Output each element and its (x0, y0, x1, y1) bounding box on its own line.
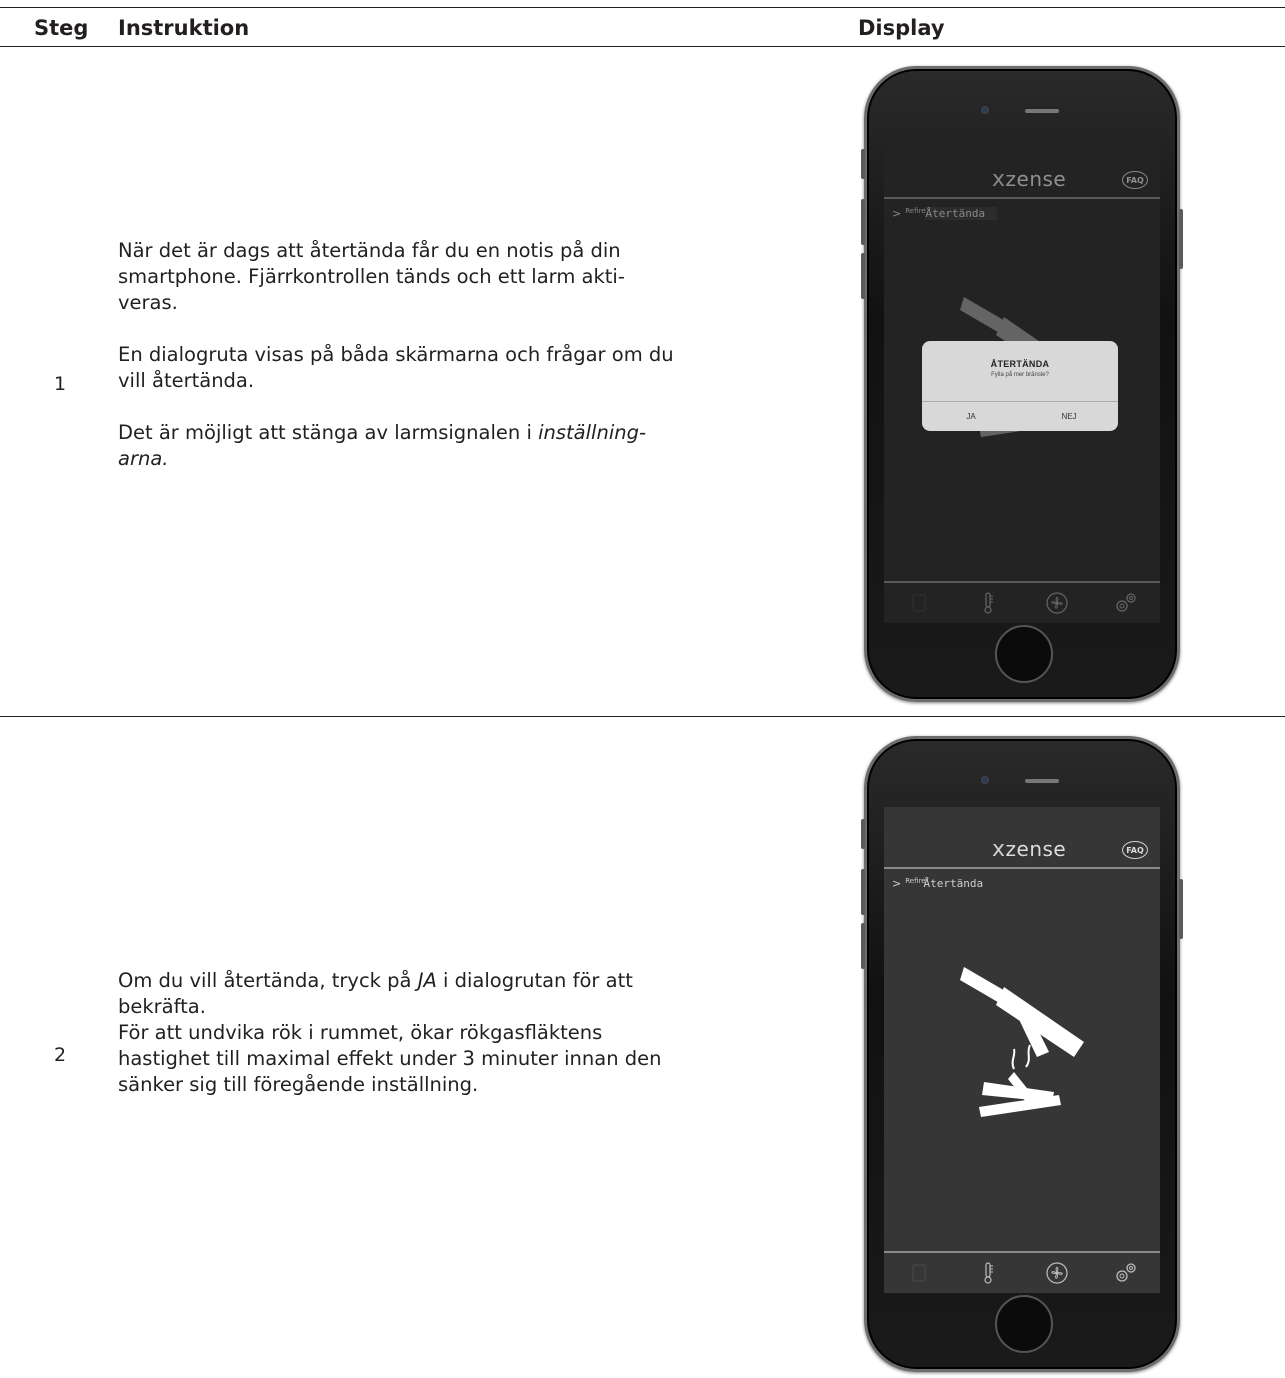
app-screen: xzense FAQ > Refire Återtända (884, 807, 1160, 1293)
status-bar (884, 811, 1160, 825)
tab-home[interactable] (907, 1261, 931, 1285)
phone-volume-up (861, 869, 865, 915)
phone-mockup-1: xzense FAQ > Refire Återtända ÅTERTÄNDA … (861, 66, 1183, 702)
phone-power-button (1179, 879, 1183, 939)
earpiece (1025, 109, 1059, 113)
refire-dialog: ÅTERTÄNDA Fylla på mer bränsle? JA NEJ (922, 341, 1118, 431)
home-button (995, 1295, 1053, 1353)
column-header-instruction: Instruktion (118, 16, 250, 40)
header-rule (0, 46, 1285, 47)
instruction-text-2: Om du vill återtända, tryck på JA i dial… (118, 968, 688, 1098)
breadcrumb-refire: Refire (905, 876, 926, 885)
yes-reference: JA (417, 969, 437, 992)
camera-icon (981, 776, 989, 784)
tab-temperature[interactable] (976, 1261, 1000, 1285)
fan-icon (1045, 1262, 1068, 1284)
earpiece (1025, 779, 1059, 783)
dialog-yes-button[interactable]: JA (922, 402, 1020, 431)
faq-button[interactable]: FAQ (1122, 841, 1148, 859)
camera-icon (981, 106, 989, 114)
tab-fan[interactable] (1045, 1261, 1069, 1285)
xzense-logo: xzense (992, 837, 1067, 862)
instruction-text: Det är möjligt att stänga av larmsignale… (118, 421, 539, 444)
refire-logs-icon[interactable] (934, 957, 1114, 1137)
home-button (995, 625, 1053, 683)
breadcrumb: > Refire Återtända (892, 876, 984, 891)
manual-page: Steg Instruktion Display 1 När det är da… (0, 0, 1285, 1378)
thermometer-icon (983, 1262, 993, 1284)
step-number-2: 2 (54, 1044, 67, 1066)
phone-side-button (861, 819, 865, 849)
tab-bar (884, 1251, 1160, 1293)
dialog-message: Fylla på mer bränsle? (991, 372, 1049, 378)
instruction-text-1: När det är dags att återtända får du en … (118, 238, 678, 472)
column-header-step: Steg (34, 16, 89, 40)
instruction-paragraph: För att undvika rök i rummet, ökar rökga… (118, 1021, 662, 1096)
tab-settings[interactable] (1114, 1261, 1138, 1285)
phone-volume-down (861, 253, 865, 299)
row-separator (0, 716, 1285, 717)
step-number-1: 1 (54, 373, 67, 395)
phone-mockup-2: xzense FAQ > Refire Återtända (861, 736, 1183, 1372)
instruction-paragraph: Det är möjligt att stänga av larmsignale… (118, 420, 678, 472)
table-top-rule (0, 7, 1285, 8)
app-screen: xzense FAQ > Refire Återtända (884, 137, 1160, 623)
app-header: xzense FAQ (884, 829, 1160, 869)
instruction-paragraph: När det är dags att återtända får du en … (118, 239, 625, 314)
column-header-display: Display (858, 16, 945, 40)
dialog-no-button[interactable]: NEJ (1020, 402, 1118, 431)
instruction-paragraph: Om du vill återtända, tryck på JA i dial… (118, 969, 633, 1018)
phone-icon (911, 1264, 926, 1282)
dialog-buttons: JA NEJ (922, 401, 1118, 431)
chevron-right-icon: > (892, 877, 902, 890)
dialog-title: ÅTERTÄNDA (990, 359, 1050, 369)
breadcrumb-current: Återtända (923, 877, 984, 890)
phone-volume-down (861, 923, 865, 969)
phone-side-button (861, 149, 865, 179)
phone-volume-up (861, 199, 865, 245)
phone-power-button (1179, 209, 1183, 269)
instruction-paragraph: En dialogruta visas på båda skärmarna oc… (118, 343, 674, 392)
gears-icon (1115, 1263, 1136, 1282)
